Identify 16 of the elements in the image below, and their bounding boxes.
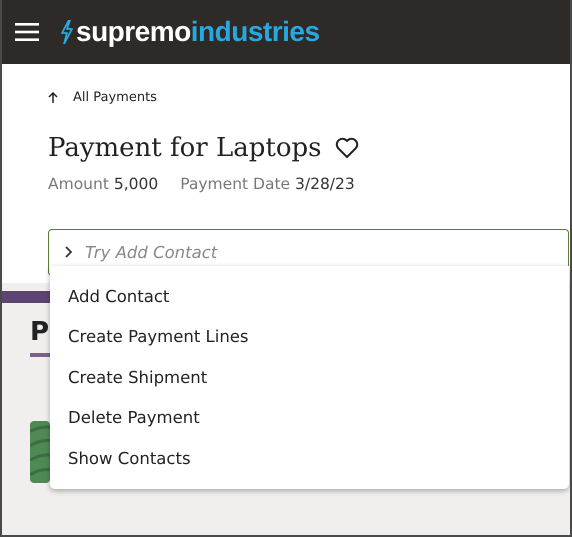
menu-item[interactable]: Create Payment Lines bbox=[50, 316, 569, 357]
section-heading: P bbox=[30, 317, 50, 347]
arrow-up-icon bbox=[48, 92, 58, 104]
heart-icon[interactable] bbox=[335, 137, 360, 159]
back-link[interactable]: All Payments bbox=[48, 90, 157, 105]
chevron-icon bbox=[64, 246, 72, 258]
field-value: Payment Date 3/28/23 bbox=[180, 175, 355, 193]
menu-item[interactable]: Add Contact bbox=[50, 276, 569, 316]
field-value: Amount 5,000 bbox=[48, 175, 158, 193]
page-title: Payment for Laptops bbox=[48, 133, 322, 163]
menu-icon[interactable] bbox=[15, 23, 39, 41]
lightning-icon bbox=[60, 20, 74, 44]
brand-logo: supremoindustries bbox=[76, 16, 320, 48]
menu-item[interactable]: Create Shipment bbox=[50, 357, 569, 398]
menu-item[interactable]: Show Contacts bbox=[50, 438, 569, 478]
menu-item[interactable]: Delete Payment bbox=[50, 398, 569, 438]
